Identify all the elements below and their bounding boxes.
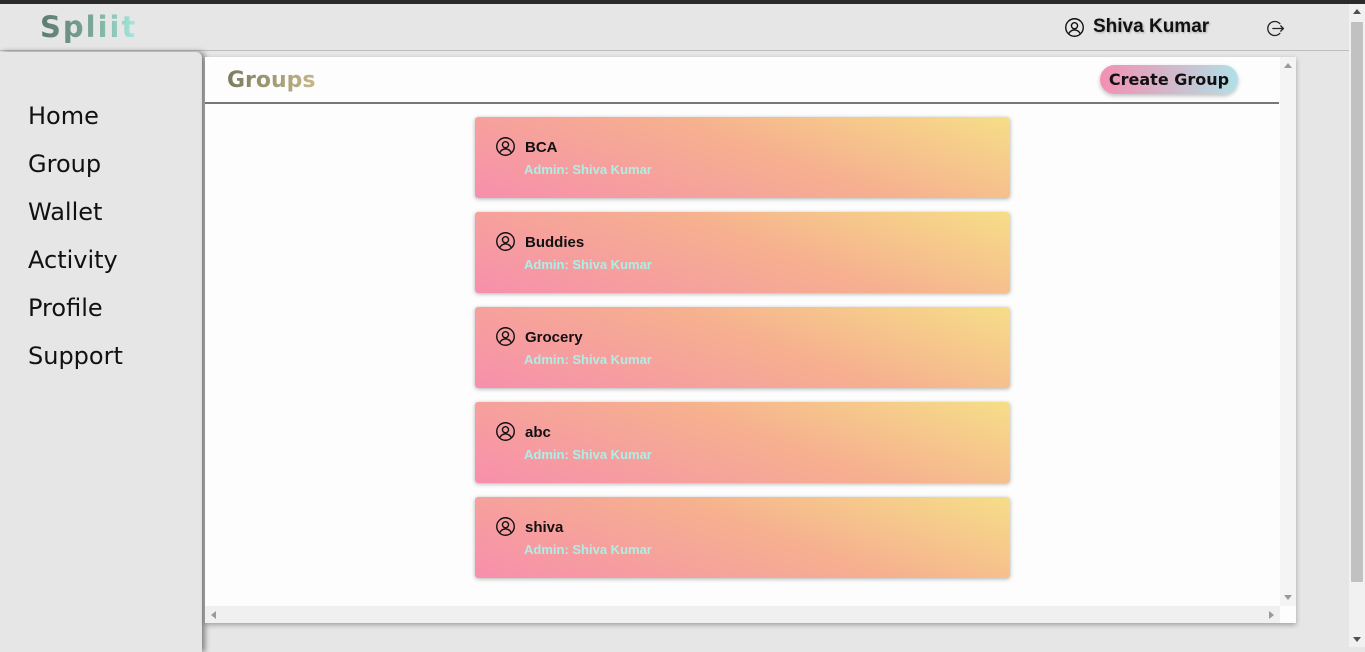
page-scroll-down-icon[interactable] bbox=[1353, 637, 1361, 642]
group-admin: Admin: Shiva Kumar bbox=[524, 257, 652, 272]
panel-vertical-scrollbar[interactable] bbox=[1280, 57, 1296, 606]
group-card-grocery[interactable]: Grocery Admin: Shiva Kumar bbox=[475, 307, 1010, 388]
user-info[interactable]: Shiva Kumar bbox=[1064, 16, 1209, 38]
page-scroll-thumb[interactable] bbox=[1351, 22, 1363, 582]
groups-panel: Groups Create Group BCA Admin: Shiva Kum… bbox=[205, 57, 1296, 623]
scroll-left-arrow-icon[interactable] bbox=[211, 611, 216, 619]
group-list: BCA Admin: Shiva Kumar Buddies Admin: Sh… bbox=[475, 117, 1010, 592]
page-scrollbar[interactable] bbox=[1349, 4, 1365, 647]
group-name: BCA bbox=[525, 139, 558, 156]
scroll-down-arrow-icon[interactable] bbox=[1284, 595, 1292, 600]
user-circle-icon bbox=[1065, 17, 1084, 37]
scroll-right-arrow-icon[interactable] bbox=[1269, 611, 1274, 619]
group-card-buddies[interactable]: Buddies Admin: Shiva Kumar bbox=[475, 212, 1010, 293]
app-logo[interactable]: Spliit bbox=[40, 10, 137, 44]
panel-header: Groups Create Group bbox=[205, 57, 1279, 104]
group-name: shiva bbox=[525, 519, 564, 536]
group-admin: Admin: Shiva Kumar bbox=[524, 352, 652, 367]
page-scroll-up-icon[interactable] bbox=[1353, 9, 1361, 14]
user-circle-icon bbox=[496, 137, 515, 156]
top-header: Spliit Shiva Kumar bbox=[0, 4, 1349, 51]
sidebar-item-activity[interactable]: Activity bbox=[28, 244, 202, 292]
panel-horizontal-scrollbar[interactable] bbox=[205, 606, 1280, 623]
logout-icon[interactable] bbox=[1265, 18, 1286, 39]
page-title: Groups bbox=[227, 68, 316, 93]
user-circle-icon bbox=[496, 232, 515, 251]
user-circle-icon bbox=[496, 327, 515, 346]
group-name: Grocery bbox=[525, 329, 583, 346]
group-name: abc bbox=[525, 424, 551, 441]
group-admin: Admin: Shiva Kumar bbox=[524, 542, 652, 557]
user-circle-icon bbox=[496, 517, 515, 536]
sidebar-item-group[interactable]: Group bbox=[28, 148, 202, 196]
user-name: Shiva Kumar bbox=[1093, 16, 1210, 37]
group-card-bca[interactable]: BCA Admin: Shiva Kumar bbox=[475, 117, 1010, 198]
group-card-shiva[interactable]: shiva Admin: Shiva Kumar bbox=[475, 497, 1010, 578]
scroll-up-arrow-icon[interactable] bbox=[1284, 63, 1292, 68]
sidebar-item-profile[interactable]: Profile bbox=[28, 292, 202, 340]
sidebar-item-home[interactable]: Home bbox=[28, 100, 202, 148]
sidebar: Home Group Wallet Activity Profile Suppo… bbox=[0, 52, 202, 652]
create-group-button[interactable]: Create Group bbox=[1100, 65, 1238, 94]
group-admin: Admin: Shiva Kumar bbox=[524, 162, 652, 177]
sidebar-item-wallet[interactable]: Wallet bbox=[28, 196, 202, 244]
group-admin: Admin: Shiva Kumar bbox=[524, 447, 652, 462]
sidebar-item-support[interactable]: Support bbox=[28, 340, 202, 388]
group-name: Buddies bbox=[525, 234, 585, 251]
group-card-abc[interactable]: abc Admin: Shiva Kumar bbox=[475, 402, 1010, 483]
user-circle-icon bbox=[496, 422, 515, 441]
